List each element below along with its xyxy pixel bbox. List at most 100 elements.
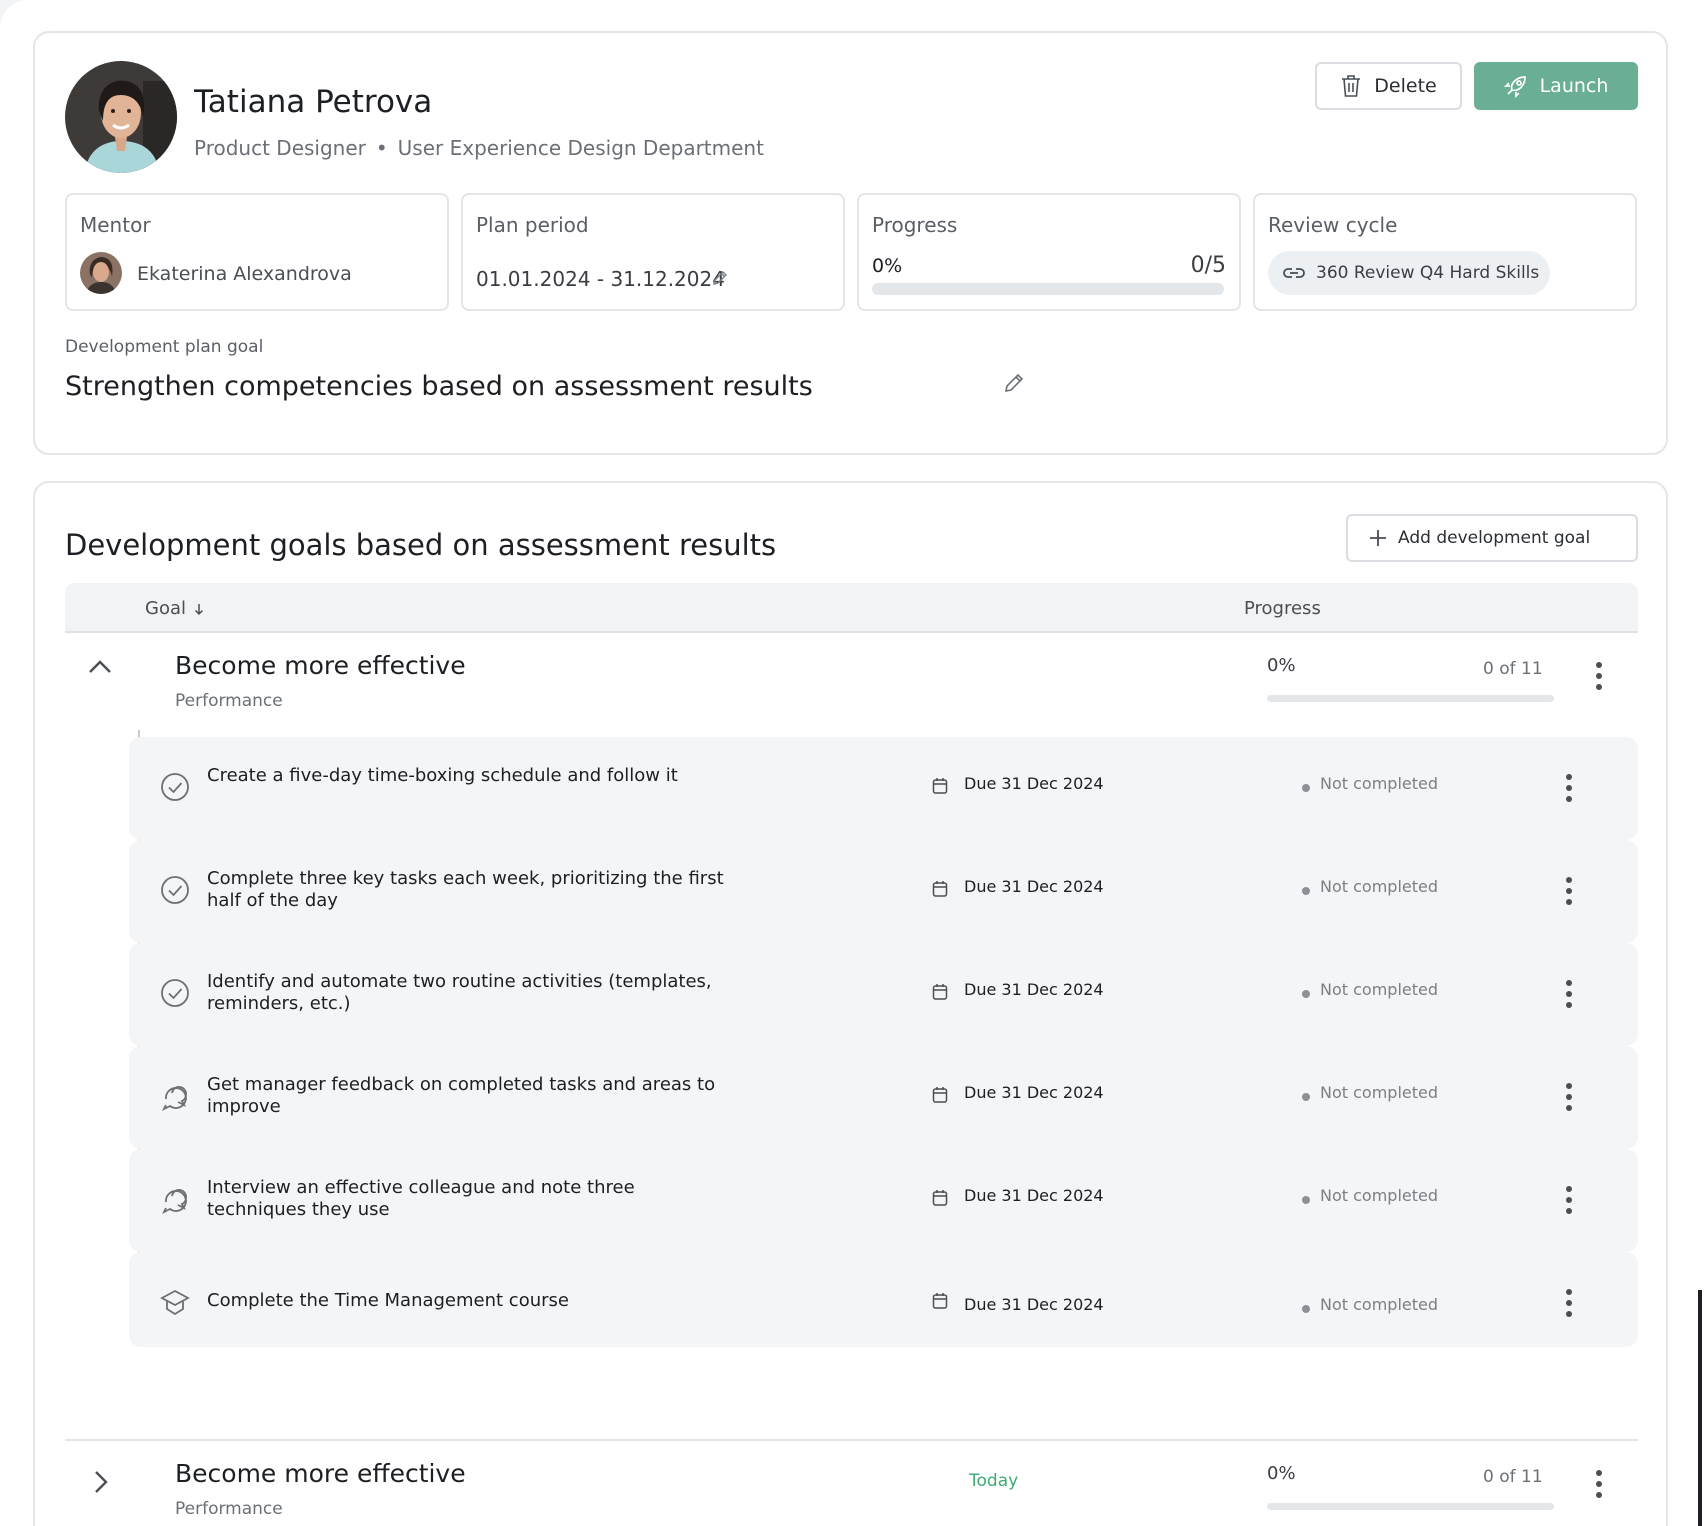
status-dot-icon (1302, 1304, 1310, 1313)
progress-label: Progress (872, 213, 958, 237)
column-header-goal[interactable]: Goal (145, 598, 204, 619)
subtitle-separator: • (375, 136, 388, 160)
employee-department: User Experience Design Department (397, 136, 764, 160)
more-vertical-icon[interactable] (1595, 1469, 1603, 1499)
calendar-icon (932, 1293, 948, 1309)
sort-down-icon (194, 603, 204, 615)
goal-title[interactable]: Become more effective (175, 651, 466, 680)
progress-bar (872, 283, 1224, 295)
scrollbar-thumb[interactable] (1698, 1290, 1702, 1526)
plan-period-label: Plan period (476, 213, 589, 237)
more-vertical-icon[interactable] (1565, 876, 1573, 906)
task-status: Not completed (1302, 877, 1438, 896)
more-vertical-icon[interactable] (1595, 661, 1603, 691)
check-circle-icon (161, 876, 189, 904)
goal-title[interactable]: Become more effective (175, 1459, 466, 1488)
task-row[interactable]: Interview an effective colleague and not… (129, 1149, 1638, 1252)
launch-button[interactable]: Launch (1474, 62, 1638, 110)
goal-progress-count: 0 of 11 (1483, 1467, 1543, 1487)
edit-period-icon[interactable] (711, 269, 729, 287)
calendar-icon (932, 1190, 948, 1206)
more-vertical-icon[interactable] (1565, 1082, 1573, 1112)
review-cycle-box: Review cycle 360 Review Q4 Hard Skills (1253, 193, 1637, 311)
goal-progress-bar (1267, 695, 1554, 702)
task-status: Not completed (1302, 1083, 1438, 1102)
task-due-date: Due 31 Dec 2024 (964, 1186, 1104, 1205)
review-cycle-chip[interactable]: 360 Review Q4 Hard Skills (1268, 251, 1550, 295)
chat-bubbles-icon (161, 1086, 187, 1111)
development-goals-card: Development goals based on assessment re… (33, 481, 1668, 1526)
task-title[interactable]: Complete the Time Management course (207, 1290, 727, 1312)
calendar-icon (932, 778, 948, 794)
progress-count: 0/5 (1190, 253, 1226, 278)
goal-progress-percent: 0% (1267, 1463, 1296, 1484)
task-title[interactable]: Interview an effective colleague and not… (207, 1177, 727, 1221)
task-title[interactable]: Complete three key tasks each week, prio… (207, 868, 727, 912)
employee-role: Product Designer (194, 136, 366, 160)
more-vertical-icon[interactable] (1565, 1288, 1573, 1318)
status-dot-icon (1302, 989, 1310, 998)
launch-button-label: Launch (1539, 75, 1609, 97)
review-cycle-label: Review cycle (1268, 213, 1398, 237)
task-row[interactable]: Identify and automate two routine activi… (129, 943, 1638, 1046)
mentor-name[interactable]: Ekaterina Alexandrova (137, 263, 352, 285)
add-goal-label: Add development goal (1398, 528, 1591, 548)
task-title[interactable]: Get manager feedback on completed tasks … (207, 1074, 727, 1118)
chat-bubbles-icon (161, 1189, 187, 1214)
task-title[interactable]: Identify and automate two routine activi… (207, 971, 727, 1015)
chevron-up-icon[interactable] (87, 659, 113, 675)
progress-box: Progress 0% 0/5 (857, 193, 1241, 311)
task-status: Not completed (1302, 1295, 1438, 1314)
task-row[interactable]: Create a five-day time-boxing schedule a… (129, 737, 1638, 840)
employee-subtitle: Product Designer • User Experience Design … (194, 136, 764, 160)
rocket-icon (1503, 76, 1526, 98)
more-vertical-icon[interactable] (1565, 773, 1573, 803)
plus-icon (1370, 530, 1386, 546)
add-development-goal-button[interactable]: Add development goal (1346, 514, 1638, 562)
edit-goal-icon[interactable] (1002, 371, 1026, 395)
task-status-label: Not completed (1320, 877, 1439, 896)
goal-row[interactable]: Become more effective Performance Today … (65, 1441, 1638, 1526)
task-row[interactable]: Complete the Time Management course Due … (129, 1252, 1638, 1347)
more-vertical-icon[interactable] (1565, 1185, 1573, 1215)
task-status: Not completed (1302, 1186, 1438, 1205)
task-due-date: Due 31 Dec 2024 (964, 980, 1104, 999)
task-status: Not completed (1302, 980, 1438, 999)
task-status: Not completed (1302, 774, 1438, 793)
chevron-right-icon[interactable] (93, 1469, 109, 1495)
task-status-label: Not completed (1320, 774, 1439, 793)
goal-progress-percent: 0% (1267, 655, 1296, 676)
calendar-icon (932, 1087, 948, 1103)
task-due-date: Due 31 Dec 2024 (964, 1295, 1104, 1314)
employee-avatar (65, 61, 177, 173)
status-dot-icon (1302, 783, 1310, 792)
column-header-progress: Progress (1244, 598, 1321, 619)
status-dot-icon (1302, 1195, 1310, 1204)
mentor-avatar (80, 252, 122, 294)
goal-progress-count: 0 of 11 (1483, 659, 1543, 679)
check-circle-icon (161, 979, 189, 1007)
goal-category: Performance (175, 691, 283, 711)
task-title[interactable]: Create a five-day time-boxing schedule a… (207, 765, 727, 787)
trash-icon (1342, 75, 1361, 97)
review-cycle-value: 360 Review Q4 Hard Skills (1316, 263, 1540, 283)
task-status-label: Not completed (1320, 1186, 1439, 1205)
task-row[interactable]: Complete three key tasks each week, prio… (129, 840, 1638, 943)
status-dot-icon (1302, 886, 1310, 895)
more-vertical-icon[interactable] (1565, 979, 1573, 1009)
delete-button-label: Delete (1374, 75, 1437, 97)
task-status-label: Not completed (1320, 980, 1439, 999)
status-dot-icon (1302, 1092, 1310, 1101)
employee-name: Tatiana Petrova (194, 84, 433, 120)
graduation-cap-icon (160, 1289, 190, 1316)
plan-period-value: 01.01.2024 - 31.12.2024 (476, 267, 725, 291)
goal-row[interactable]: Become more effective Performance 0% 0 o… (65, 633, 1638, 723)
profile-card: Tatiana Petrova Product Designer • User Ex… (33, 31, 1668, 455)
calendar-icon (932, 881, 948, 897)
progress-percent: 0% (872, 255, 903, 277)
task-row[interactable]: Get manager feedback on completed tasks … (129, 1046, 1638, 1149)
delete-button[interactable]: Delete (1315, 62, 1462, 110)
section-title: Development goals based on assessment re… (65, 528, 777, 562)
check-circle-icon (161, 773, 189, 801)
plan-goal-text: Strengthen competencies based on assessm… (65, 371, 813, 402)
